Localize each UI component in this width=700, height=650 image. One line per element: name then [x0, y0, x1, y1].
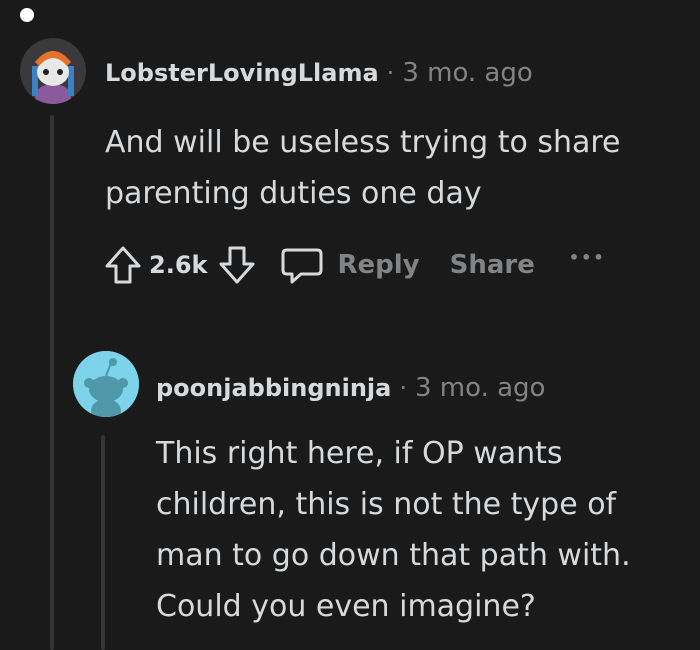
separator-dot-2: ·	[399, 374, 407, 402]
comment-meta: LobsterLovingLlama · 3 mo. ago	[105, 58, 533, 88]
more-icon: •••	[568, 247, 606, 267]
comment-icon	[281, 248, 323, 284]
comment-body-2: This right here, if OP wants children, t…	[156, 436, 631, 624]
separator-dot: ·	[386, 59, 395, 87]
vote-score: 2.6k	[149, 251, 208, 279]
reply-label: Reply	[337, 250, 420, 280]
upvote-icon	[105, 246, 141, 284]
more-options-button[interactable]: •••	[569, 248, 606, 267]
username-2[interactable]: poonjabbingninja	[156, 374, 391, 402]
downvote-icon	[219, 246, 255, 284]
snoo-avatar-icon	[73, 351, 139, 417]
comment-body: And will be useless trying to share pare…	[105, 125, 621, 211]
upvote-button[interactable]	[103, 244, 143, 286]
avatar-antenna-dot	[20, 8, 34, 22]
timestamp-2[interactable]: 3 mo. ago	[415, 373, 545, 403]
timestamp[interactable]: 3 mo. ago	[402, 58, 532, 88]
downvote-button[interactable]	[217, 244, 257, 286]
thread-line-parent[interactable]	[50, 115, 54, 650]
reply-button[interactable]: Reply	[279, 244, 420, 286]
comment-meta-2: poonjabbingninja · 3 mo. ago	[156, 373, 545, 403]
snoo-avatar-icon	[20, 38, 86, 104]
username[interactable]: LobsterLovingLlama	[105, 59, 379, 87]
user-avatar[interactable]	[20, 38, 86, 104]
user-avatar-2[interactable]	[73, 351, 139, 417]
share-button[interactable]: Share	[450, 250, 535, 280]
thread-line-child[interactable]	[101, 435, 105, 650]
comment-actions: 2.6k Reply Share •••	[103, 242, 606, 288]
